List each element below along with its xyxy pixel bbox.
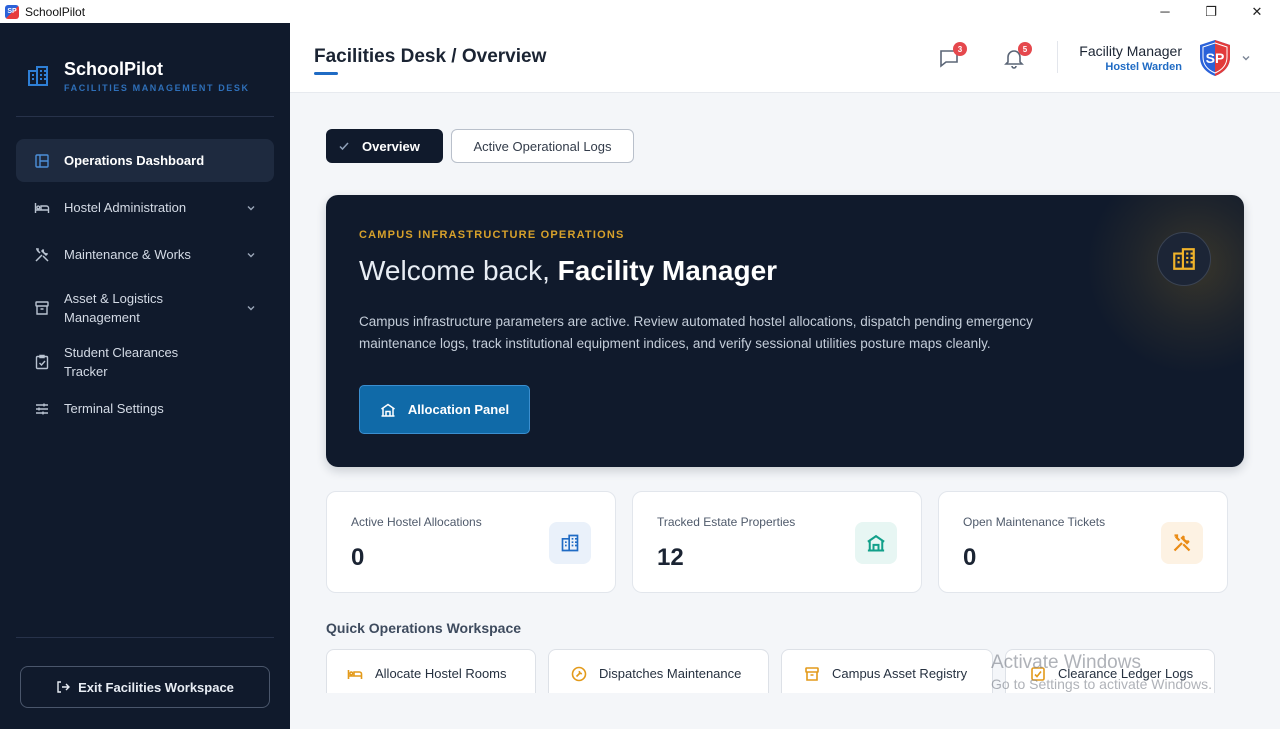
stat-label: Active Hostel Allocations xyxy=(351,515,482,529)
top-header: Facilities Desk / Overview 3 5 Facility … xyxy=(290,23,1280,93)
wrench-icon xyxy=(571,666,587,682)
quick-actions-row: Allocate Hostel Rooms Dispatches Mainten… xyxy=(326,649,1226,693)
sidebar-item-label: Maintenance & Works xyxy=(64,247,191,262)
messages-badge: 3 xyxy=(953,42,967,56)
sidebar-item-label: Asset & Logistics Management xyxy=(64,291,163,325)
tools-icon xyxy=(35,247,49,262)
window-controls: ─ ❐ ✕ xyxy=(1142,0,1280,23)
quick-action-label: Dispatches Maintenance xyxy=(599,666,742,681)
dashboard-icon xyxy=(35,153,49,168)
window-title: SchoolPilot xyxy=(25,4,86,19)
stat-card-estate-properties: Tracked Estate Properties 12 xyxy=(632,491,922,593)
brand: SchoolPilot FACILITIES MANAGEMENT DESK xyxy=(26,59,250,93)
stat-icon-wrap xyxy=(549,522,591,564)
stat-value: 12 xyxy=(657,544,684,571)
title-underline xyxy=(314,72,338,75)
sidebar-divider xyxy=(16,116,274,117)
quick-action-dispatch-maintenance[interactable]: Dispatches Maintenance xyxy=(548,649,769,693)
hero-kicker: CAMPUS INFRASTRUCTURE OPERATIONS xyxy=(359,229,625,241)
stat-icon-wrap xyxy=(855,522,897,564)
sidebar-item-operations-dashboard[interactable]: Operations Dashboard xyxy=(16,139,274,182)
stat-card-hostel-allocations: Active Hostel Allocations 0 xyxy=(326,491,616,593)
stat-label: Tracked Estate Properties xyxy=(657,515,796,529)
stat-value: 0 xyxy=(963,544,977,571)
sidebar-item-label: Student Clearances Tracker xyxy=(64,344,179,379)
building-icon xyxy=(28,66,48,86)
messages-button[interactable]: 3 xyxy=(938,42,967,69)
hero-user-name: Facility Manager xyxy=(557,255,778,286)
exit-workspace-label: Exit Facilities Workspace xyxy=(78,679,234,695)
view-tabs: Overview Active Operational Logs xyxy=(326,129,634,163)
avatar[interactable]: SP xyxy=(1197,39,1233,77)
stat-card-maintenance-tickets: Open Maintenance Tickets 0 xyxy=(938,491,1228,593)
clipboard-check-icon xyxy=(35,354,49,369)
brand-subtitle: FACILITIES MANAGEMENT DESK xyxy=(64,83,250,93)
archive-icon xyxy=(805,667,819,681)
sidebar-item-label: Operations Dashboard xyxy=(64,153,205,168)
sidebar-item-hostel-administration[interactable]: Hostel Administration xyxy=(16,186,274,229)
sidebar: SchoolPilot FACILITIES MANAGEMENT DESK O… xyxy=(0,23,290,729)
hero-greeting: Welcome back, xyxy=(359,255,558,286)
tab-active-operational-logs[interactable]: Active Operational Logs xyxy=(451,129,634,163)
brand-name: SchoolPilot xyxy=(64,59,163,79)
app-logo-icon: SP xyxy=(5,4,19,19)
hero-badge xyxy=(1157,232,1211,286)
allocation-panel-label: Allocation Panel xyxy=(407,402,510,417)
bed-icon xyxy=(347,670,363,679)
archive-icon xyxy=(35,301,49,315)
sidebar-item-terminal-settings[interactable]: Terminal Settings xyxy=(16,387,274,430)
sidebar-nav: Operations Dashboard Hostel Administrati… xyxy=(16,139,274,434)
allocation-panel-button[interactable]: Allocation Panel xyxy=(359,385,530,434)
hero-description: Campus infrastructure parameters are act… xyxy=(359,314,1033,351)
bed-icon xyxy=(34,202,50,213)
welcome-hero: CAMPUS INFRASTRUCTURE OPERATIONS Welcome… xyxy=(326,195,1244,467)
user-name: Facility Manager xyxy=(1079,43,1182,59)
quick-action-label: Allocate Hostel Rooms xyxy=(375,666,507,681)
hero-glow xyxy=(1086,195,1244,375)
checkbox-icon xyxy=(1031,667,1045,681)
stat-label: Open Maintenance Tickets xyxy=(963,515,1106,529)
sliders-icon xyxy=(36,403,48,414)
maximize-button[interactable]: ❐ xyxy=(1188,0,1234,23)
sidebar-item-maintenance-works[interactable]: Maintenance & Works xyxy=(16,233,274,276)
avatar-initials: SP xyxy=(1206,50,1225,66)
sidebar-item-label: Terminal Settings xyxy=(64,401,164,416)
tab-label: Overview xyxy=(362,138,420,154)
quick-operations-title: Quick Operations Workspace xyxy=(326,620,522,636)
quick-action-asset-registry[interactable]: Campus Asset Registry xyxy=(781,649,993,693)
notifications-badge: 5 xyxy=(1018,42,1032,56)
exit-workspace-button[interactable]: Exit Facilities Workspace xyxy=(20,666,270,708)
quick-action-allocate-rooms[interactable]: Allocate Hostel Rooms xyxy=(326,649,536,693)
quick-action-clearance-ledger[interactable]: Clearance Ledger Logs xyxy=(1005,649,1215,693)
quick-action-label: Clearance Ledger Logs xyxy=(1058,666,1194,681)
tools-icon xyxy=(1173,534,1191,552)
tab-overview[interactable]: Overview xyxy=(326,129,443,163)
logout-icon xyxy=(57,681,71,693)
stat-icon-wrap xyxy=(1161,522,1203,564)
user-role: Hostel Warden xyxy=(1105,61,1182,73)
chevron-down-icon xyxy=(247,252,255,257)
header-separator xyxy=(1057,41,1058,73)
building-icon xyxy=(561,534,579,552)
hero-title: Welcome back, Facility Manager xyxy=(359,255,777,287)
close-button[interactable]: ✕ xyxy=(1234,0,1280,23)
sidebar-item-asset-logistics[interactable]: Asset & Logistics Management xyxy=(16,280,274,336)
tab-label: Active Operational Logs xyxy=(473,138,612,154)
stat-value: 0 xyxy=(351,544,365,571)
estate-icon xyxy=(380,403,395,417)
check-icon xyxy=(339,142,349,151)
sidebar-item-student-clearances[interactable]: Student Clearances Tracker xyxy=(16,340,274,383)
page-title: Facilities Desk / Overview xyxy=(314,46,547,67)
building-icon xyxy=(1173,248,1195,270)
notifications-button[interactable]: 5 xyxy=(1003,42,1032,69)
chevron-down-icon[interactable] xyxy=(1241,53,1251,63)
quick-action-label: Campus Asset Registry xyxy=(832,666,968,681)
sidebar-divider xyxy=(16,637,274,638)
chevron-down-icon xyxy=(247,306,255,311)
chevron-down-icon xyxy=(247,205,255,210)
minimize-button[interactable]: ─ xyxy=(1142,0,1188,23)
estate-icon xyxy=(867,534,885,552)
window-title-bar: SP SchoolPilot ─ ❐ ✕ xyxy=(0,0,1280,23)
sidebar-item-label: Hostel Administration xyxy=(64,200,187,215)
